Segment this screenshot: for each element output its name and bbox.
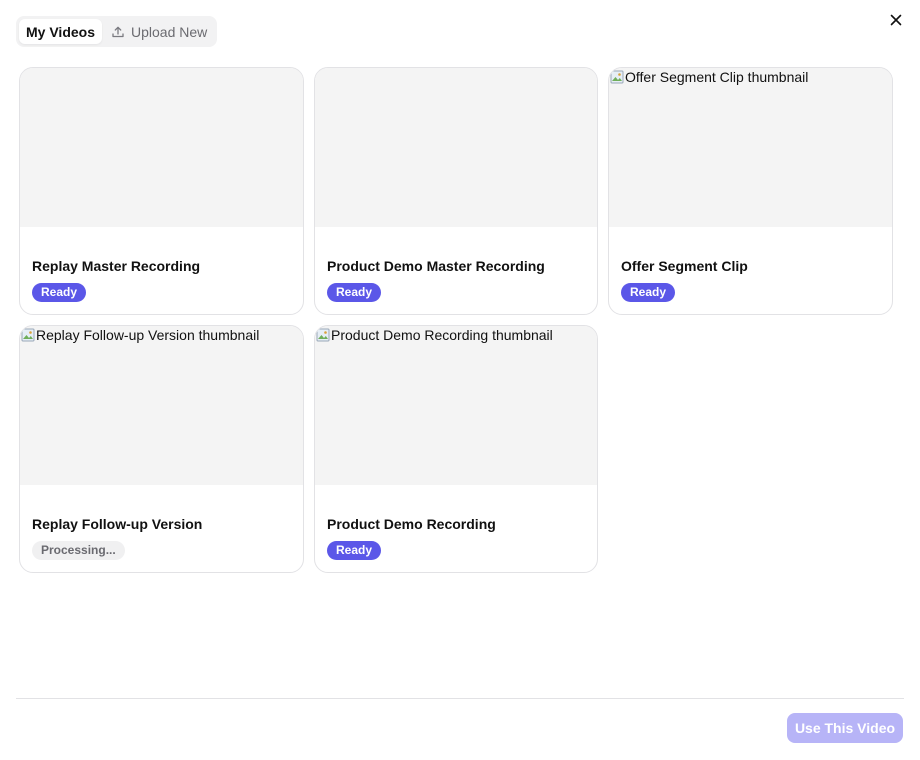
- video-card[interactable]: Product Demo Master Recording Ready: [314, 67, 598, 315]
- video-title: Product Demo Master Recording: [327, 258, 545, 274]
- tab-my-videos[interactable]: My Videos: [19, 19, 102, 44]
- close-icon: [890, 13, 902, 31]
- broken-image-icon: [20, 327, 36, 343]
- video-grid: Replay Master Recording Ready Product De…: [19, 67, 893, 573]
- video-thumbnail: [20, 68, 303, 227]
- status-badge: Ready: [327, 283, 382, 302]
- tab-my-videos-label: My Videos: [26, 23, 95, 40]
- video-thumbnail: Product Demo Recording thumbnail: [315, 326, 597, 485]
- video-title: Offer Segment Clip: [621, 258, 748, 274]
- video-card[interactable]: Replay Master Recording Ready: [19, 67, 304, 315]
- close-button[interactable]: [886, 12, 906, 32]
- video-picker-modal: My Videos Upload New Replay Master Recor…: [0, 0, 920, 760]
- video-card[interactable]: Replay Follow-up Version thumbnail Repla…: [19, 325, 304, 573]
- thumbnail-alt-text: Product Demo Recording thumbnail: [331, 327, 553, 343]
- tab-upload-new[interactable]: Upload New: [104, 19, 214, 44]
- video-thumbnail: Replay Follow-up Version thumbnail: [20, 326, 303, 485]
- video-card[interactable]: Product Demo Recording thumbnail Product…: [314, 325, 598, 573]
- tab-upload-new-label: Upload New: [131, 23, 208, 40]
- footer-divider: [16, 698, 904, 699]
- upload-icon: [111, 25, 125, 39]
- video-thumbnail: [315, 68, 597, 227]
- use-this-video-button[interactable]: Use This Video: [787, 713, 903, 743]
- status-badge: Processing...: [32, 541, 125, 560]
- status-badge: Ready: [32, 283, 87, 302]
- status-badge: Ready: [621, 283, 676, 302]
- thumbnail-alt-text: Replay Follow-up Version thumbnail: [36, 327, 260, 343]
- video-card[interactable]: Offer Segment Clip thumbnail Offer Segme…: [608, 67, 893, 315]
- video-thumbnail: Offer Segment Clip thumbnail: [609, 68, 892, 227]
- tab-switcher: My Videos Upload New: [16, 16, 218, 47]
- video-title: Replay Follow-up Version: [32, 516, 203, 532]
- thumbnail-alt-text: Offer Segment Clip thumbnail: [625, 69, 809, 85]
- video-title: Replay Master Recording: [32, 258, 201, 274]
- broken-image-icon: [315, 327, 331, 343]
- status-badge: Ready: [327, 541, 382, 560]
- broken-image-icon: [609, 69, 625, 85]
- video-title: Product Demo Recording: [327, 516, 496, 532]
